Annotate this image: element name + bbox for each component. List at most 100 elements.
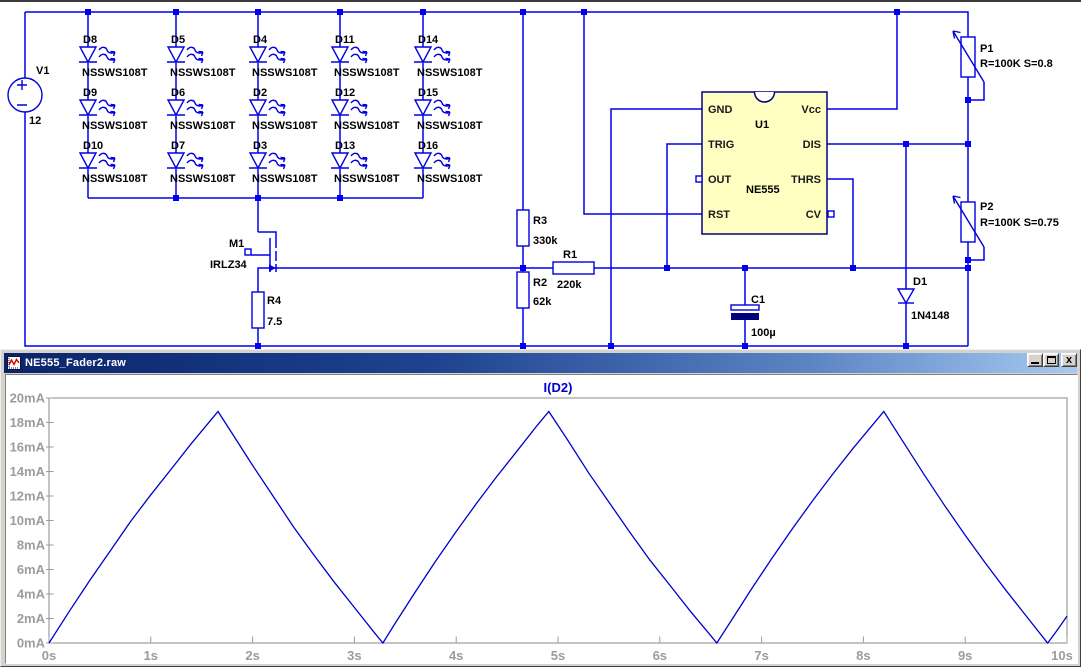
cv-terminal-square [828,211,834,217]
svg-text:NSSWS108T[interactable]: NSSWS108T [82,173,148,185]
svg-text:R3[interactable]: R3 [533,215,547,227]
svg-text:NSSWS108T[interactable]: NSSWS108T [82,120,148,132]
led-d2[interactable]: D2 NSSWS108T [249,87,318,132]
svg-text:D12[interactable]: D12 [335,87,355,99]
svg-text:4mA: 4mA [17,587,46,602]
voltage-source-v1[interactable]: V1 12 [8,65,49,127]
svg-text:D16[interactable]: D16 [418,140,438,152]
resistor-r1[interactable]: R1 220k [553,249,594,291]
u1-name-label[interactable]: U1 [755,119,769,131]
svg-text:330k[interactable]: 330k [533,235,558,247]
led-d7[interactable]: D7 NSSWS108T [167,140,236,185]
led-d14[interactable]: D14 NSSWS108T [414,34,483,79]
v1-name-label[interactable]: V1 [36,65,49,77]
window-title: NE555_Fader2.raw [25,357,126,369]
svg-text:16mA: 16mA [10,440,46,455]
svg-text:R=100K S=0.8[interactable]: R=100K S=0.8 [980,58,1053,70]
svg-text:7.5[interactable]: 7.5 [267,316,282,328]
svg-text:D13[interactable]: D13 [335,140,355,152]
pin-trig: TRIG [708,139,734,151]
svg-text:D9[interactable]: D9 [83,87,97,99]
svg-text:1N4148[interactable]: 1N4148 [911,310,950,322]
capacitor-c1[interactable]: C1 100µ [731,294,776,339]
y-axis[interactable]: 20mA 18mA 16mA 14mA 12mA 10mA 8mA 6mA 4m… [10,391,54,651]
resistor-r4[interactable]: R4 7.5 [252,292,282,328]
svg-text:220k[interactable]: 220k [557,279,582,291]
m1-name-label[interactable]: M1 [229,238,244,250]
waveform-window-titlebar[interactable]: NE555_Fader2.raw [4,353,1077,373]
led-d8[interactable]: D8 NSSWS108T [79,34,148,79]
svg-text:R=100K S=0.75[interactable]: R=100K S=0.75 [980,217,1059,229]
svg-text:100µ[interactable]: 100µ [751,327,776,339]
svg-text:2mA: 2mA [17,611,46,626]
svg-text:D11[interactable]: D11 [335,34,355,46]
svg-text:P1[interactable]: P1 [980,43,993,55]
svg-text:NSSWS108T[interactable]: NSSWS108T [334,67,400,79]
v1-value-label[interactable]: 12 [29,115,41,127]
svg-text:NSSWS108T[interactable]: NSSWS108T [252,67,318,79]
svg-text:D1[interactable]: D1 [913,276,927,288]
resistor-r3[interactable]: R3 330k [517,210,558,247]
svg-text:D3[interactable]: D3 [253,140,267,152]
svg-text:P2[interactable]: P2 [980,201,993,213]
led-d13[interactable]: D13 NSSWS108T [331,140,400,185]
m1-part-label[interactable]: IRLZ34 [210,259,248,271]
svg-text:NSSWS108T[interactable]: NSSWS108T [252,173,318,185]
svg-text:3s: 3s [347,648,361,663]
svg-text:R1[interactable]: R1 [563,249,577,261]
current-trace-i-d2[interactable] [49,412,1067,644]
svg-text:D14[interactable]: D14 [418,34,439,46]
u1-part-label[interactable]: NE555 [746,184,780,196]
led-array[interactable]: D8 NSSWS108T D9 NSSWS108T D10 NSSWS108T … [79,34,483,185]
svg-text:NSSWS108T[interactable]: NSSWS108T [417,173,483,185]
led-d15[interactable]: D15 NSSWS108T [414,87,483,132]
svg-text:D7[interactable]: D7 [171,140,185,152]
svg-text:10mA: 10mA [10,513,46,528]
svg-text:D15[interactable]: D15 [418,87,438,99]
svg-text:D6[interactable]: D6 [171,87,185,99]
trace-label[interactable]: I(D2) [544,380,573,395]
svg-text:NSSWS108T[interactable]: NSSWS108T [334,173,400,185]
led-d6[interactable]: D6 NSSWS108T [167,87,236,132]
x-axis[interactable]: 0s 1s 2s 3s 4s 5s 6s 7s 8s 9s 10s [42,637,1073,664]
svg-text:6mA: 6mA [17,562,46,577]
svg-text:C1[interactable]: C1 [751,294,765,306]
close-button[interactable]: x [1061,353,1077,367]
schematic-canvas[interactable]: V1 12 D8 NSSWS108T D9 NSSWS108T D10 NSSW… [0,0,1081,351]
led-d12[interactable]: D12 NSSWS108T [331,87,400,132]
led-part-label[interactable]: NSSWS108T [82,67,148,79]
pin-vcc: Vcc [801,104,821,116]
led-d4[interactable]: D4 NSSWS108T [249,34,318,79]
svg-text:NSSWS108T[interactable]: NSSWS108T [252,120,318,132]
potentiometer-p2[interactable]: P2 R=100K S=0.75 [953,196,1059,247]
svg-text:7s: 7s [754,648,768,663]
led-d5[interactable]: D5 NSSWS108T [167,34,236,79]
svg-text:R2[interactable]: R2 [533,277,547,289]
svg-text:62k[interactable]: 62k [533,296,552,308]
minimize-button[interactable] [1027,353,1043,367]
resistor-r2[interactable]: R2 62k [517,272,552,308]
led-d11[interactable]: D11 NSSWS108T [331,34,400,79]
svg-text:D10[interactable]: D10 [83,140,103,152]
svg-text:NSSWS108T[interactable]: NSSWS108T [417,120,483,132]
svg-text:D4[interactable]: D4 [253,34,268,46]
svg-text:D2[interactable]: D2 [253,87,267,99]
potentiometer-p1[interactable]: P1 R=100K S=0.8 [953,31,1053,82]
led-d3[interactable]: D3 NSSWS108T [249,140,318,185]
led-name-label[interactable]: D8 [83,34,97,46]
maximize-button[interactable] [1043,353,1059,367]
svg-text:NSSWS108T[interactable]: NSSWS108T [334,120,400,132]
plot-area[interactable]: I(D2) 20mA 18mA 16mA [5,374,1078,664]
svg-text:NSSWS108T[interactable]: NSSWS108T [417,67,483,79]
pin-gnd: GND [708,104,733,116]
svg-text:R4[interactable]: R4 [267,295,282,307]
svg-text:NSSWS108T[interactable]: NSSWS108T [170,173,236,185]
led-d16[interactable]: D16 NSSWS108T [414,140,483,185]
svg-text:NSSWS108T[interactable]: NSSWS108T [170,120,236,132]
svg-text:NSSWS108T[interactable]: NSSWS108T [170,67,236,79]
svg-text:D5[interactable]: D5 [171,34,185,46]
led-d9[interactable]: D9 NSSWS108T [79,87,148,132]
waveform-window[interactable]: NE555_Fader2.raw x I(D2) [0,349,1081,667]
ne555-ic[interactable]: GND TRIG OUT RST Vcc DIS THRS CV U1 NE55… [696,92,834,234]
led-d10[interactable]: D10 NSSWS108T [79,140,148,185]
